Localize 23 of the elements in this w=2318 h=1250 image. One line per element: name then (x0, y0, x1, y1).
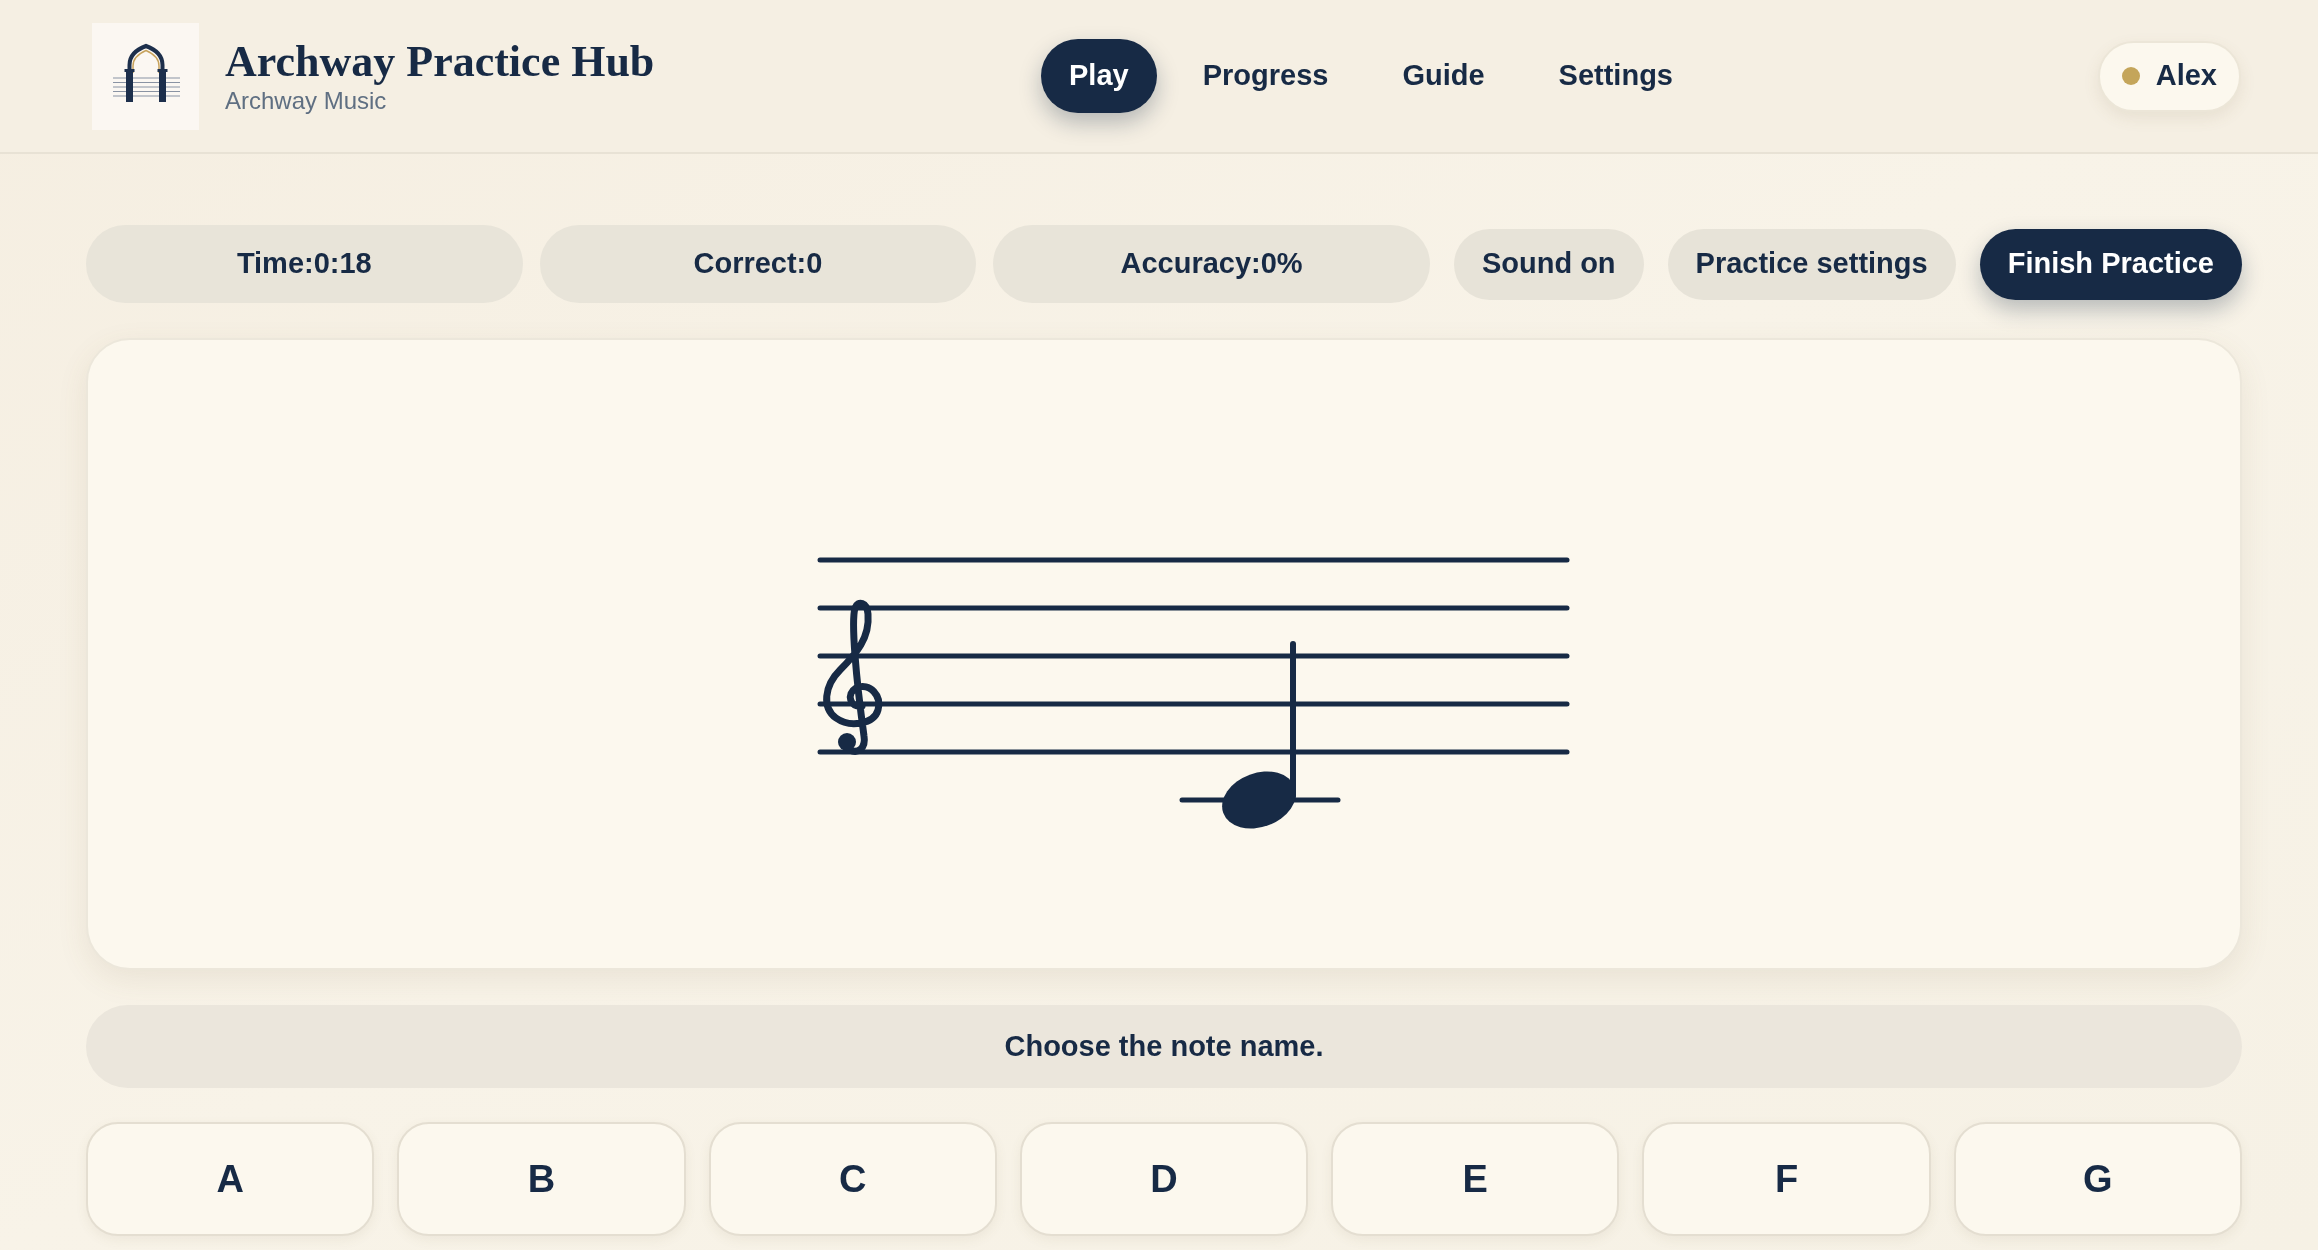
nav-tab[interactable]: Play (1041, 39, 1157, 113)
status-dot-icon (2121, 67, 2140, 85)
answer-button[interactable]: G (1953, 1122, 2242, 1236)
nav-tab[interactable]: Settings (1530, 39, 1701, 113)
stat-readout: Time:0:18 (86, 225, 523, 303)
action-button[interactable]: Practice settings (1667, 228, 1956, 300)
answer-button[interactable]: C (708, 1122, 997, 1236)
answer-button[interactable]: F (1642, 1122, 1931, 1236)
app-title: Archway Practice Hub (225, 37, 655, 87)
user-chip[interactable]: Alex (2097, 40, 2241, 112)
action-button[interactable]: Finish Practice (1979, 228, 2242, 300)
nav-tab[interactable]: Progress (1174, 39, 1357, 113)
answer-button[interactable]: E (1331, 1122, 1620, 1236)
arch-logo-icon (92, 22, 199, 130)
answer-button[interactable]: A (86, 1122, 375, 1236)
action-button[interactable]: Sound on (1453, 228, 1644, 300)
app-subtitle: Archway Music (225, 87, 388, 115)
stat-readout: Correct:0 (539, 225, 977, 303)
instruction-bar: Choose the note name. (86, 1005, 2242, 1088)
stat-readout: Accuracy:0% (993, 225, 1430, 303)
answer-button[interactable]: D (1019, 1122, 1309, 1236)
answer-button[interactable]: B (397, 1122, 686, 1236)
nav-tab[interactable]: Guide (1374, 39, 1513, 113)
